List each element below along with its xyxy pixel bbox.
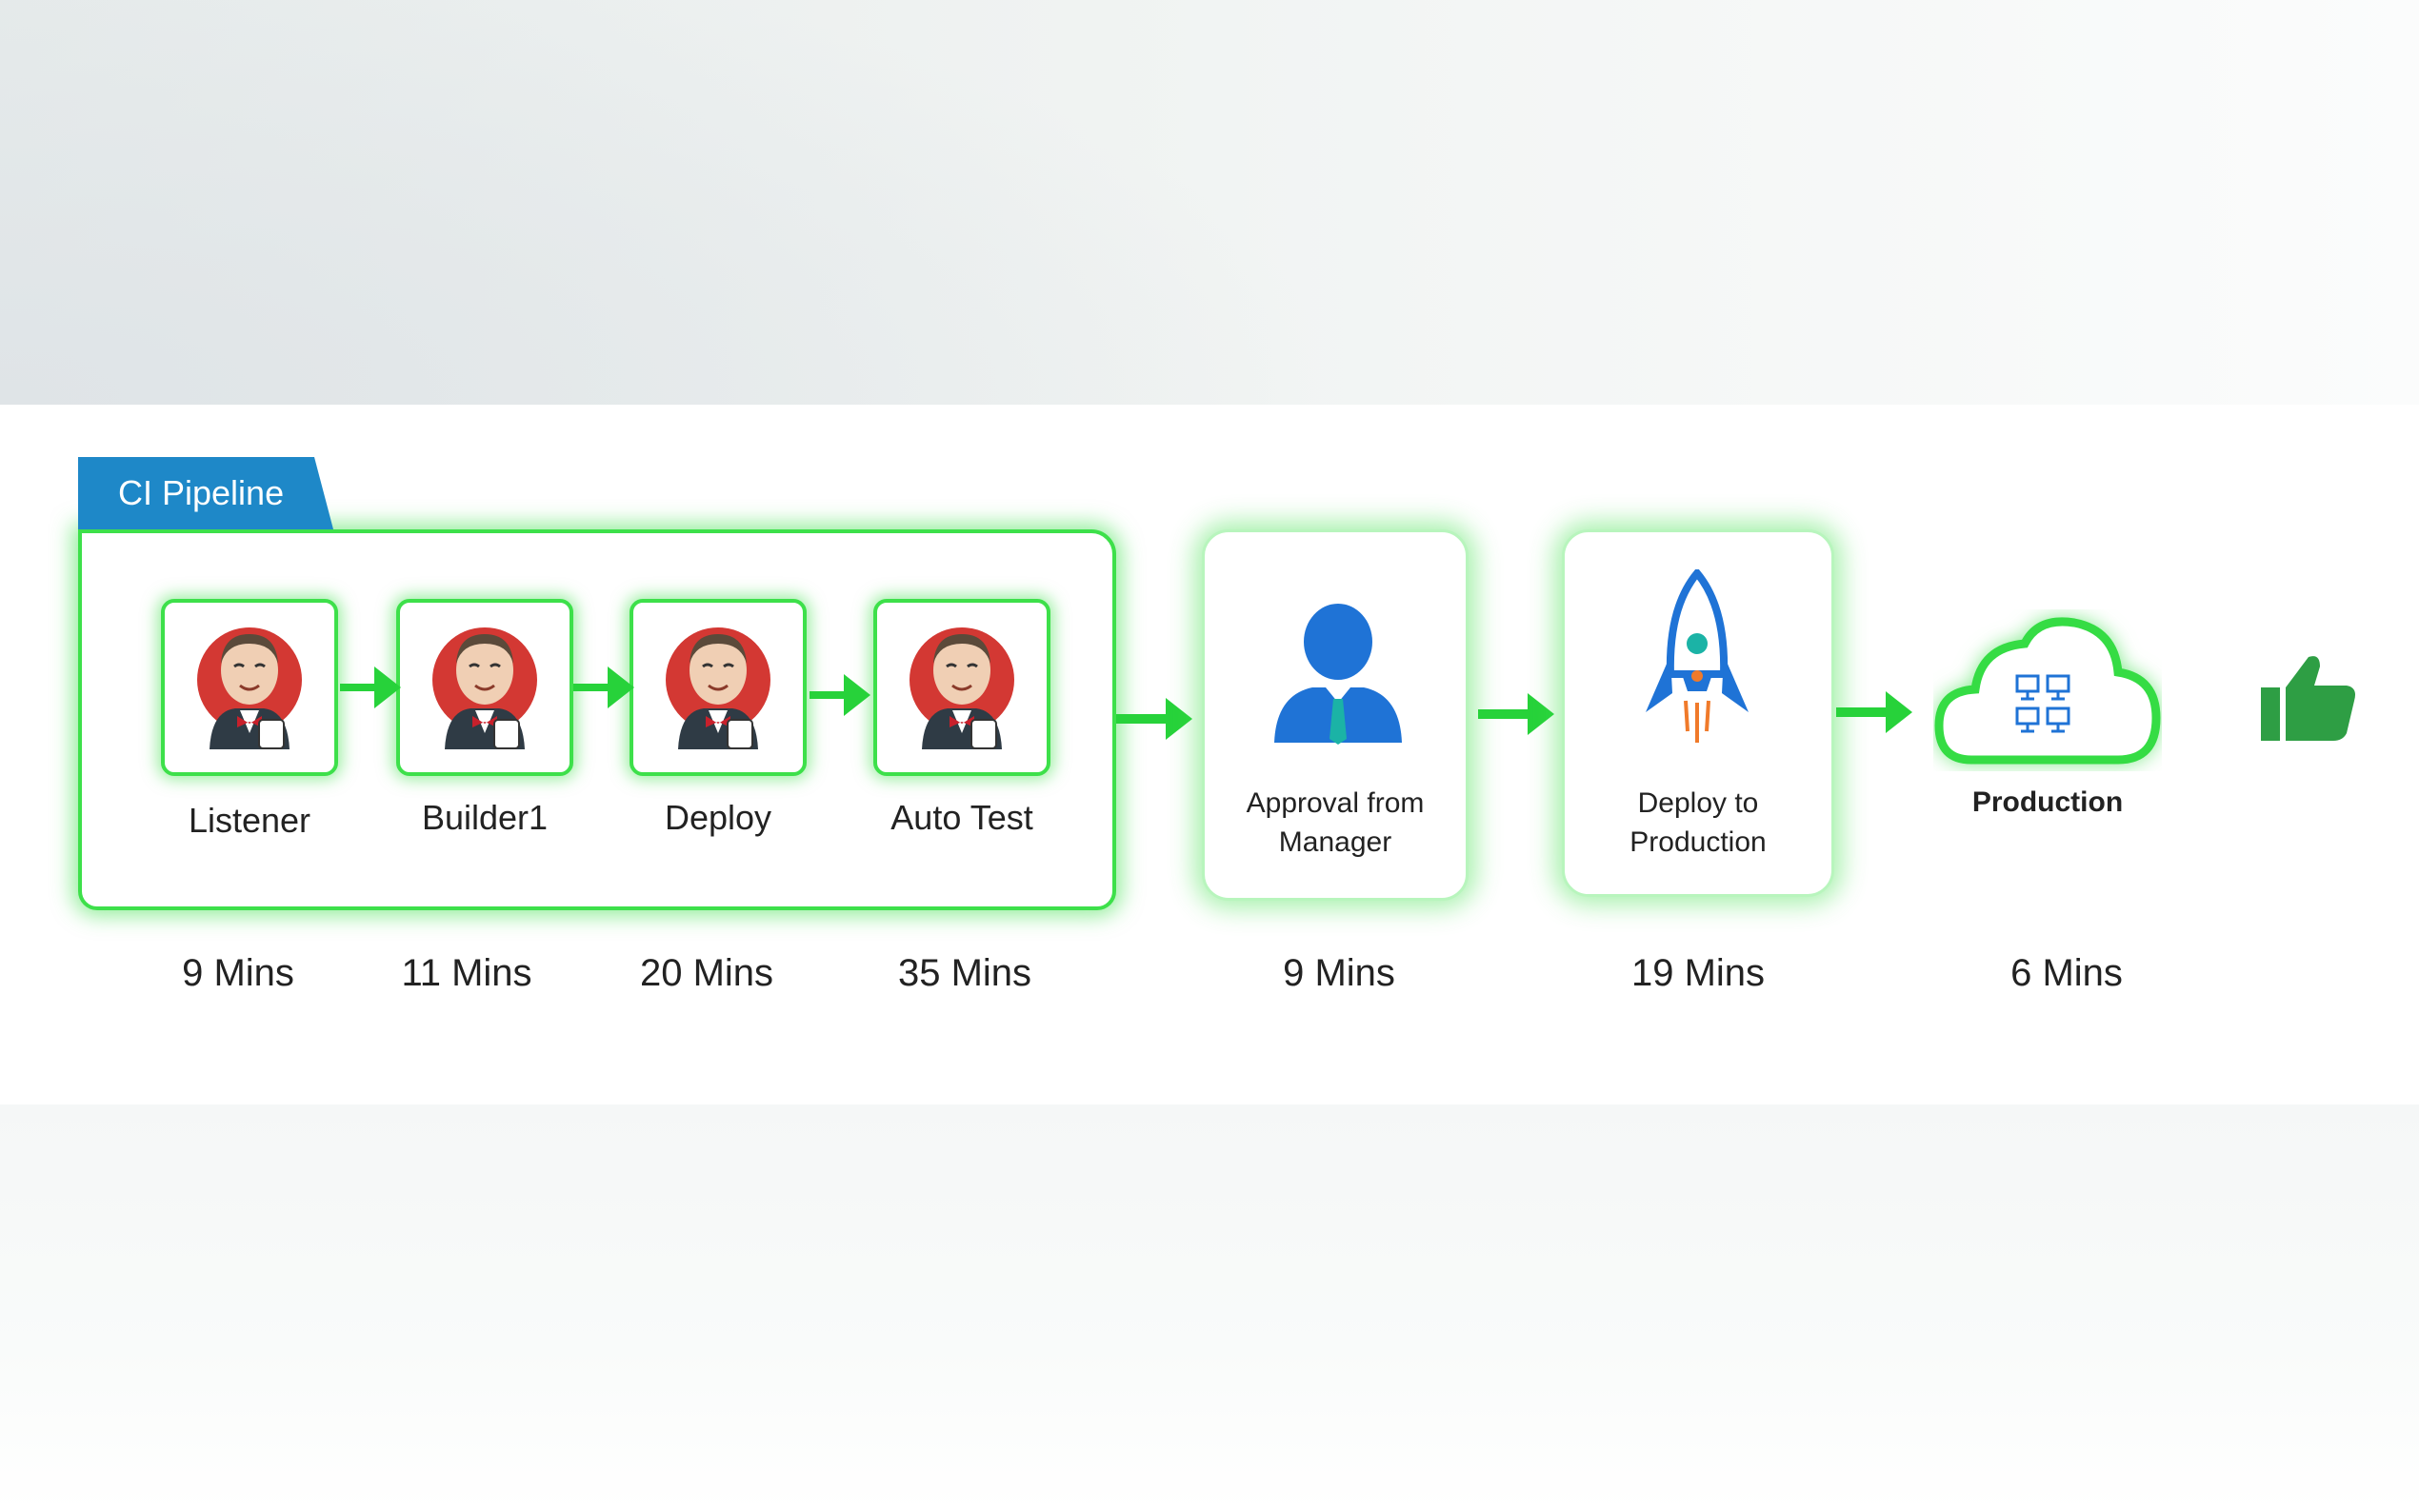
job-label-builder1: Builder1: [421, 798, 549, 837]
time-deploy-production: 19 Mins: [1630, 952, 1766, 994]
arrow-builder1-deploy: [573, 666, 634, 708]
time-approval: 9 Mins: [1283, 952, 1395, 994]
background-top: [0, 0, 2419, 405]
job-card-builder1[interactable]: [396, 599, 573, 776]
ci-pipeline-label: CI Pipeline: [118, 473, 285, 512]
jenkins-icon: [197, 627, 302, 749]
arrow-ci-approval: [1116, 695, 1192, 743]
stage-label-deploy-production: Deploy to Production: [1562, 784, 1834, 862]
time-listener: 9 Mins: [182, 952, 294, 994]
time-production: 6 Mins: [2010, 952, 2123, 994]
stage-label-deploy-production-line1: Deploy to: [1637, 787, 1759, 819]
jenkins-icon: [432, 627, 537, 749]
cloud-servers-icon: [1934, 617, 2161, 765]
time-deploy: 20 Mins: [639, 952, 774, 994]
stage-label-deploy-production-line2: Production: [1629, 826, 1767, 858]
background-bottom: [0, 1104, 2419, 1512]
job-label-auto-test: Auto Test: [890, 798, 1033, 837]
job-card-deploy[interactable]: [630, 599, 807, 776]
stage-label-approval-line2: Manager: [1278, 826, 1392, 858]
job-card-auto-test[interactable]: [873, 599, 1050, 776]
stage-label-approval-line1: Approval from: [1246, 787, 1425, 819]
stage-label-production: Production: [1971, 786, 2124, 818]
job-card-listener[interactable]: [161, 599, 338, 776]
job-label-deploy: Deploy: [664, 798, 772, 837]
time-builder1: 11 Mins: [401, 952, 532, 994]
thumbs-up-icon: [2261, 656, 2355, 741]
arrow-deploy-autotest: [810, 674, 870, 716]
ci-pipeline-tab: CI Pipeline: [78, 457, 333, 529]
arrow-approval-deploy: [1478, 690, 1554, 738]
manager-icon: [1274, 604, 1402, 745]
rocket-icon: [1646, 569, 1749, 743]
arrow-listener-builder1: [340, 666, 401, 708]
stage-label-approval: Approval from Manager: [1202, 784, 1469, 862]
jenkins-icon: [666, 627, 770, 749]
jenkins-icon: [910, 627, 1014, 749]
time-auto-test: 35 Mins: [897, 952, 1032, 994]
job-label-listener: Listener: [188, 801, 311, 840]
arrow-deploy-production: [1836, 688, 1912, 736]
